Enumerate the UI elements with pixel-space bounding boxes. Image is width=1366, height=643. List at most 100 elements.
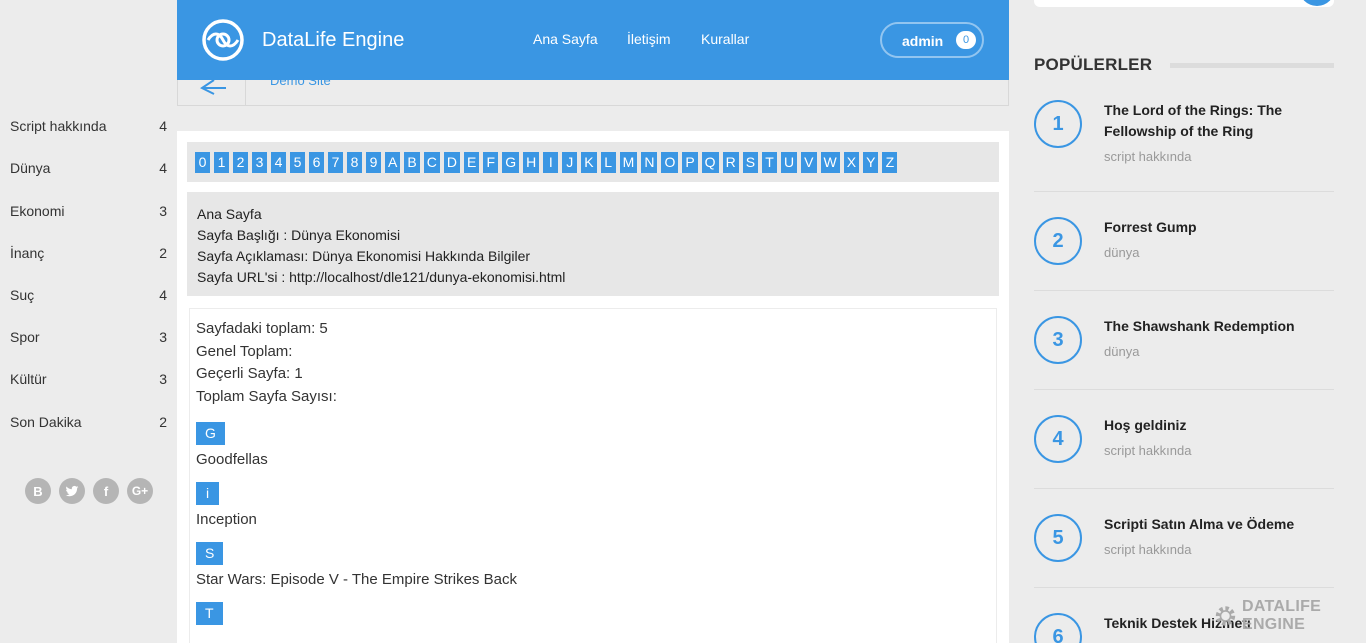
alphabet-letter-button[interactable]: 1 — [214, 152, 229, 173]
alphabet-letter-button[interactable]: Q — [701, 152, 719, 173]
category-label: Ekonomi — [10, 203, 65, 219]
category-item[interactable]: Spor 3 — [10, 327, 167, 347]
twitter-icon[interactable] — [59, 478, 85, 504]
popular-category[interactable]: dünya — [1104, 344, 1139, 359]
category-item[interactable]: Kültür 3 — [10, 369, 167, 389]
alphabet-filter: 0123456789ABCDEFGHIJKLMNOPQRSTUVWXYZ — [187, 142, 999, 182]
google-plus-icon[interactable]: G+ — [127, 478, 153, 504]
category-label: Dünya — [10, 160, 51, 176]
category-count: 4 — [159, 287, 167, 303]
alphabet-letter-button[interactable]: B — [404, 152, 420, 173]
alphabet-letter-button[interactable]: C — [423, 152, 440, 173]
popular-title-link[interactable]: Scripti Satın Alma ve Ödeme — [1104, 514, 1329, 535]
popular-title-link[interactable]: The Shawshank Redemption — [1104, 316, 1329, 337]
alphabet-letter-button[interactable]: 7 — [328, 152, 343, 173]
popular-category[interactable]: script hakkında — [1104, 149, 1191, 164]
category-count: 2 — [159, 245, 167, 261]
notification-badge: 0 — [956, 31, 976, 49]
category-item[interactable]: Suç 4 — [10, 285, 167, 305]
alphabet-letter-button[interactable]: J — [562, 152, 578, 173]
alphabet-letter-button[interactable]: M — [619, 152, 638, 173]
main-content: 0123456789ABCDEFGHIJKLMNOPQRSTUVWXYZ Ana… — [177, 131, 1009, 643]
letter-badge: S — [196, 542, 224, 565]
nav-home[interactable]: Ana Sayfa — [533, 31, 598, 47]
alphabet-letter-button[interactable]: H — [523, 152, 540, 173]
alphabet-letter-button[interactable]: W — [820, 152, 840, 173]
b-icon[interactable]: B — [25, 478, 51, 504]
category-count: 3 — [159, 371, 167, 387]
category-item[interactable]: Script hakkında 4 — [10, 116, 167, 136]
alphabet-letter-button[interactable]: X — [843, 152, 860, 173]
alphabet-letter-button[interactable]: U — [781, 152, 798, 173]
search-input[interactable] — [1034, 0, 1334, 7]
info-page-title: Sayfa Başlığı : Dünya Ekonomisi — [197, 227, 401, 243]
alphabet-letter-button[interactable]: Y — [863, 152, 879, 173]
letter-group: T — [196, 602, 990, 625]
alphabet-letter-button[interactable]: Z — [882, 152, 898, 173]
movie-title-link[interactable]: Goodfellas — [196, 451, 990, 468]
left-sidebar: Script hakkında 4 Dünya 4 Ekonomi 3 İnan… — [0, 0, 177, 643]
alphabet-letter-button[interactable]: R — [722, 152, 739, 173]
movie-title-link[interactable]: Star Wars: Episode V - The Empire Strike… — [196, 571, 990, 588]
alphabet-letter-button[interactable]: D — [443, 152, 460, 173]
catalog-list: Sayfadaki toplam: 5 Genel Toplam: Geçerl… — [189, 308, 997, 643]
alphabet-letter-button[interactable]: 5 — [290, 152, 305, 173]
alphabet-letter-button[interactable]: S — [742, 152, 759, 173]
nav-rules[interactable]: Kurallar — [701, 31, 749, 47]
stat-total: Genel Toplam: — [196, 342, 293, 360]
user-menu-button[interactable]: admin 0 — [880, 22, 984, 58]
alphabet-letter-button[interactable]: P — [682, 152, 698, 173]
stat-total-pages: Toplam Sayfa Sayısı: — [196, 387, 337, 405]
category-count: 4 — [159, 160, 167, 176]
letter-badge: i — [196, 482, 219, 505]
popular-category[interactable]: script hakkında — [1104, 443, 1191, 458]
category-label: Spor — [10, 329, 40, 345]
category-item[interactable]: Dünya 4 — [10, 158, 167, 178]
alphabet-letter-button[interactable]: L — [600, 152, 616, 173]
alphabet-letter-button[interactable]: O — [661, 152, 679, 173]
category-item[interactable]: Ekonomi 3 — [10, 201, 167, 221]
alphabet-letter-button[interactable]: F — [483, 152, 499, 173]
alphabet-letter-button[interactable]: 8 — [347, 152, 362, 173]
social-links: B f G+ — [25, 478, 153, 504]
popular-title-link[interactable]: The Lord of the Rings: The Fellowship of… — [1104, 100, 1329, 142]
rank-number: 5 — [1034, 514, 1082, 562]
letter-group: i Inception — [196, 482, 990, 528]
alphabet-letter-button[interactable]: G — [502, 152, 520, 173]
letter-group: S Star Wars: Episode V - The Empire Stri… — [196, 542, 990, 588]
category-item[interactable]: İnanç 2 — [10, 243, 167, 263]
divider — [1034, 191, 1334, 192]
datalife-logo-icon[interactable] — [201, 18, 245, 62]
category-item[interactable]: Son Dakika 2 — [10, 412, 167, 432]
alphabet-letter-button[interactable]: 0 — [195, 152, 210, 173]
alphabet-letter-button[interactable]: I — [543, 152, 559, 173]
datalife-watermark: DATALIFE ENGINE — [1212, 598, 1366, 634]
popular-title-link[interactable]: Forrest Gump — [1104, 217, 1329, 238]
alphabet-letter-button[interactable]: E — [463, 152, 480, 173]
movie-title-link[interactable]: Inception — [196, 511, 990, 528]
alphabet-letter-button[interactable]: T — [762, 152, 778, 173]
username: admin — [902, 33, 944, 49]
alphabet-letter-button[interactable]: 3 — [252, 152, 267, 173]
alphabet-letter-button[interactable]: 2 — [233, 152, 248, 173]
stat-current-page: Geçerli Sayfa: 1 — [196, 365, 303, 382]
alphabet-letter-button[interactable]: 4 — [271, 152, 286, 173]
alphabet-letter-button[interactable]: N — [641, 152, 658, 173]
divider — [1034, 587, 1334, 588]
alphabet-letter-button[interactable]: K — [581, 152, 597, 173]
alphabet-letter-button[interactable]: V — [801, 152, 817, 173]
info-home: Ana Sayfa — [197, 206, 262, 222]
divider — [1034, 488, 1334, 489]
alphabet-letter-button[interactable]: 9 — [366, 152, 381, 173]
category-label: Son Dakika — [10, 414, 82, 430]
nav-contact[interactable]: İletişim — [627, 31, 671, 47]
brand-name[interactable]: DataLife Engine — [262, 29, 404, 52]
header: DataLife Engine Ana Sayfa İletişim Kural… — [177, 0, 1009, 80]
alphabet-letter-button[interactable]: 6 — [309, 152, 324, 173]
popular-title-link[interactable]: Hoş geldiniz — [1104, 415, 1329, 436]
popular-category[interactable]: script hakkında — [1104, 542, 1191, 557]
alphabet-letter-button[interactable]: A — [385, 152, 401, 173]
facebook-icon[interactable]: f — [93, 478, 119, 504]
letter-badge: G — [196, 422, 225, 445]
popular-category[interactable]: dünya — [1104, 245, 1139, 260]
